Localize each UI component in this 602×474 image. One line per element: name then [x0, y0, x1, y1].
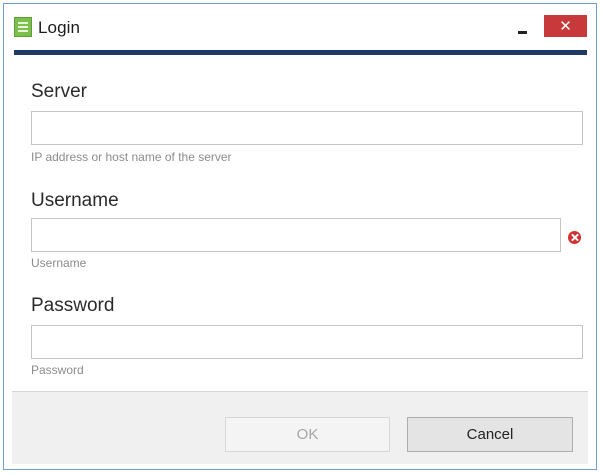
password-hint: Password	[31, 363, 84, 377]
server-hint: IP address or host name of the server	[31, 150, 232, 164]
title-divider	[14, 50, 587, 55]
username-input[interactable]	[31, 218, 561, 252]
username-hint: Username	[31, 256, 87, 270]
minimize-icon	[518, 31, 527, 34]
password-input[interactable]	[31, 325, 583, 359]
close-button[interactable]: ✕	[544, 15, 587, 37]
server-label: Server	[31, 81, 87, 102]
password-label: Password	[31, 295, 115, 316]
button-bar: OK Cancel	[12, 391, 588, 464]
app-icon	[14, 17, 32, 37]
title-bar: Login ✕	[4, 4, 596, 50]
cancel-button[interactable]: Cancel	[407, 417, 573, 452]
ok-button[interactable]: OK	[225, 417, 390, 452]
close-icon: ✕	[559, 17, 572, 35]
login-dialog: Login ✕ Server IP address or host name o…	[3, 3, 597, 470]
window-title: Login	[38, 18, 81, 37]
error-icon	[568, 231, 581, 244]
minimize-button[interactable]	[507, 16, 539, 40]
username-label: Username	[31, 190, 119, 211]
server-input[interactable]	[31, 111, 583, 145]
